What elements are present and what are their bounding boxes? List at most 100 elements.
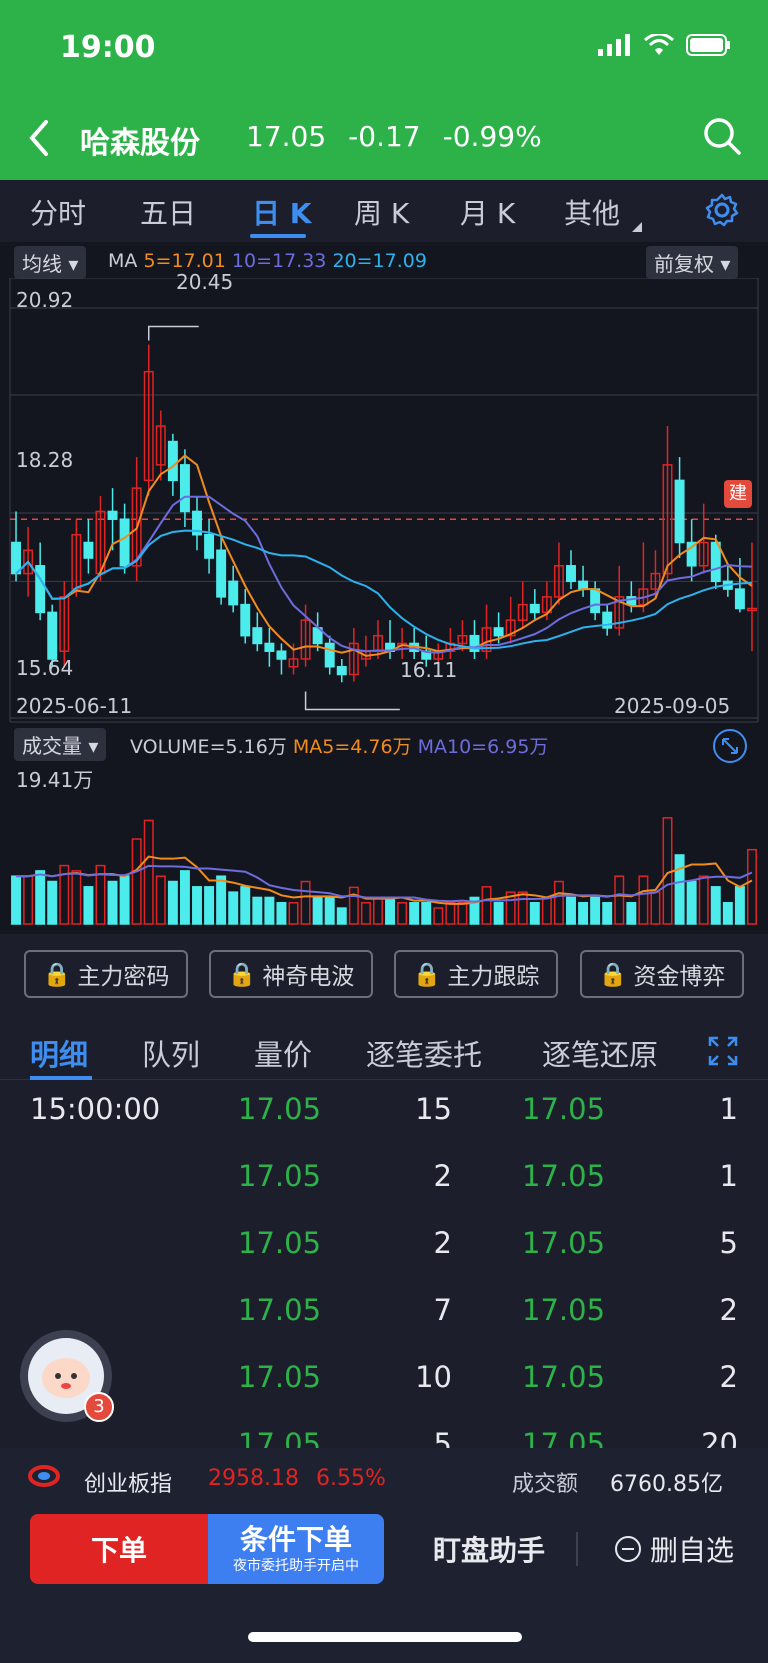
tab-tick-orders[interactable]: 逐笔委托 [366, 1032, 482, 1074]
low-price-label: 16.11 [400, 658, 458, 682]
volume-bar [155, 875, 166, 925]
lock-button-main-tracking[interactable]: 🔒 主力跟踪 [394, 950, 558, 998]
tab-detail[interactable]: 明细 [30, 1032, 88, 1074]
lock-icon: 🔒 [598, 961, 628, 988]
volume-bar [167, 880, 178, 925]
home-indicator [248, 1632, 522, 1642]
volume-bar [119, 875, 130, 925]
volume-bar [385, 896, 396, 925]
volume-ma5: MA5=4.76万 [292, 736, 412, 758]
y-axis-top-label: 20.92 [16, 288, 74, 312]
search-icon[interactable] [702, 116, 742, 156]
ma5-value: 5=17.01 [143, 250, 226, 272]
volume-bar [710, 886, 721, 925]
volume-bar [288, 902, 299, 925]
trade-volume: 2 [433, 1226, 452, 1260]
volume-bar [336, 907, 347, 925]
volume-bar [493, 902, 504, 925]
trade-price: 17.05 [522, 1293, 606, 1327]
trade-volume: 5 [719, 1226, 738, 1260]
trade-volume: 1 [719, 1159, 738, 1193]
tab-tick-restore[interactable]: 逐笔还原 [542, 1032, 658, 1074]
chart-frame [9, 278, 759, 723]
candle-body [324, 642, 335, 668]
trade-row: 15:00:00 17.05 15 17.05 1 [0, 1082, 768, 1148]
volume-bar [457, 902, 468, 925]
gear-icon[interactable] [704, 192, 740, 228]
lock-button-label: 神奇电波 [262, 964, 355, 990]
volume-bar [541, 896, 552, 925]
battery-icon [686, 34, 730, 56]
index-name[interactable]: 创业板指 [84, 1466, 172, 1498]
conditional-order-sublabel: 夜市委托助手开启中 [233, 1558, 359, 1574]
assistant-avatar[interactable]: 3 [20, 1330, 114, 1422]
adjust-selector-label: 前复权 [654, 252, 714, 276]
index-value: 2958.18 [208, 1466, 299, 1491]
status-bar: 19:00 [0, 0, 768, 98]
volume-value: VOLUME=5.16万 [130, 736, 287, 758]
remove-watchlist-button[interactable]: 删自选 [604, 1514, 744, 1584]
candle-body [590, 588, 601, 614]
turnover-value: 6760.85亿 [610, 1472, 723, 1497]
lock-button-main-code[interactable]: 🔒 主力密码 [24, 950, 188, 998]
tab-volume-price[interactable]: 量价 [254, 1032, 312, 1074]
back-arrow-icon[interactable] [24, 116, 54, 160]
candle-body [47, 611, 58, 660]
volume-bar [734, 886, 745, 925]
trade-price: 17.05 [522, 1360, 606, 1394]
candle-body [578, 580, 589, 590]
expand-chart-icon[interactable] [712, 728, 748, 764]
volume-bar [131, 838, 142, 925]
tab-intraday[interactable]: 分时 [30, 192, 86, 232]
stock-quote: 17.05 -0.17 -0.99% [246, 120, 542, 153]
volume-bar [698, 875, 709, 925]
tab-weekly-k[interactable]: 周 K [354, 192, 409, 232]
volume-selector[interactable]: 成交量 ▾ [14, 728, 107, 761]
trade-volume: 15 [415, 1092, 452, 1126]
order-button[interactable]: 下单 [30, 1514, 208, 1584]
volume-bar [324, 896, 335, 925]
volume-bar [179, 870, 190, 925]
volume-svg [10, 817, 758, 925]
volume-bar [397, 902, 408, 925]
volume-bar [300, 880, 311, 925]
candle-body [710, 541, 721, 583]
tab-queue[interactable]: 队列 [142, 1032, 200, 1074]
lock-button-label: 主力密码 [77, 964, 170, 990]
candle-body [674, 479, 685, 544]
remove-watchlist-label: 删自选 [649, 1534, 734, 1567]
tab-five-day[interactable]: 五日 [140, 192, 196, 232]
adjust-selector[interactable]: 前复权 ▾ [646, 246, 739, 279]
volume-bar [626, 902, 637, 925]
conditional-order-button[interactable]: 条件下单 夜市委托助手开启中 [208, 1514, 384, 1584]
trade-row: 17.05 10 17.05 2 [0, 1350, 768, 1416]
trade-volume: 1 [719, 1092, 738, 1126]
volume-legend: VOLUME=5.16万 MA5=4.76万 MA10=6.95万 [130, 732, 548, 759]
trade-price: 17.05 [238, 1092, 322, 1126]
lock-button-label: 主力跟踪 [447, 964, 540, 990]
volume-bar [47, 880, 58, 925]
volume-bar [686, 880, 697, 925]
price-change: -0.17 [348, 120, 421, 153]
tab-daily-k[interactable]: 日 K [252, 192, 311, 232]
volume-bar [433, 907, 444, 925]
volume-bar [23, 875, 34, 925]
trade-volume: 7 [433, 1293, 452, 1327]
volume-bar [421, 902, 432, 925]
position-build-tag[interactable]: 建 [724, 480, 752, 508]
watch-helper-button[interactable]: 盯盘助手 [404, 1514, 574, 1584]
lock-button-capital-game[interactable]: 🔒 资金博弈 [580, 950, 744, 998]
volume-bar [228, 891, 239, 925]
candle-body [83, 541, 94, 559]
trade-volume: 10 [415, 1360, 452, 1394]
tab-monthly-k[interactable]: 月 K [460, 192, 515, 232]
lock-icon: 🔒 [412, 961, 442, 988]
ma-selector[interactable]: 均线 ▾ [14, 246, 87, 279]
volume-bar [252, 896, 263, 925]
kline-chart-area[interactable]: 均线 ▾ MA 5=17.01 10=17.33 20=17.09 前复权 ▾ … [0, 242, 768, 934]
trade-price: 17.05 [522, 1159, 606, 1193]
fullscreen-icon[interactable] [708, 1036, 738, 1066]
tab-other[interactable]: 其他 [564, 192, 620, 232]
lock-button-magic-wave[interactable]: 🔒 神奇电波 [209, 950, 373, 998]
ma20-value: 20=17.09 [332, 250, 427, 272]
